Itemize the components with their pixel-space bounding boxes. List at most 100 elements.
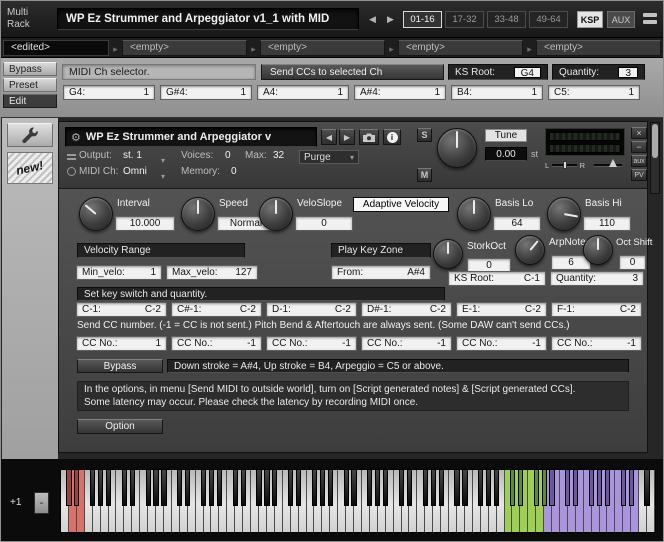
cc-number-field[interactable]: CC No.: -1 (456, 336, 547, 351)
tab-empty-2[interactable]: <empty> (260, 39, 385, 56)
piano-key-black[interactable] (129, 470, 135, 506)
cc-number-field[interactable]: CC No.: -1 (266, 336, 357, 351)
piano-key-black[interactable] (438, 470, 444, 506)
basis-hi-value[interactable]: 110 (583, 216, 631, 231)
piano-key-black[interactable] (486, 470, 492, 506)
piano-key-black[interactable] (596, 470, 603, 506)
oct-shift-knob[interactable] (583, 235, 613, 265)
piano-key-black[interactable] (628, 470, 634, 506)
performance-view-button[interactable]: PV (631, 169, 647, 181)
multi-edit-button[interactable]: Edit (3, 94, 57, 108)
note-value[interactable]: 1 (337, 87, 343, 98)
mute-button[interactable]: M (417, 168, 432, 182)
piano-key-black[interactable] (319, 470, 325, 506)
basis-lo-value[interactable]: 64 (493, 216, 541, 231)
aux-send-button[interactable]: aux (631, 155, 647, 167)
keyswitch-value[interactable]: C-2 (430, 304, 446, 315)
piano-key-black[interactable] (454, 470, 460, 506)
quantity-value[interactable]: 3 (618, 66, 638, 79)
solo-button[interactable]: S (417, 128, 432, 142)
piano-key-black[interactable] (375, 470, 381, 506)
keyswitch-field[interactable]: D#-1: C-2 (361, 302, 452, 317)
page-button-49-64[interactable]: 49-64 (529, 11, 568, 28)
rack-scrollbar-thumb[interactable] (652, 124, 658, 158)
wrench-edit-button[interactable] (7, 123, 53, 147)
tab-empty-4[interactable]: <empty> (536, 39, 661, 56)
keyswitch-field[interactable]: F-1: C-2 (551, 302, 642, 317)
piano-key-black[interactable] (351, 470, 357, 506)
send-ccs-button[interactable]: Send CCs to selected Ch (261, 64, 444, 80)
piano-key-black[interactable] (541, 470, 547, 506)
basis-hi-knob[interactable] (547, 197, 581, 231)
pan-handle[interactable] (563, 160, 568, 169)
note-quantity-field[interactable]: B4: 1 (451, 85, 543, 100)
tab-edited[interactable]: <edited> (3, 39, 109, 56)
note-quantity-field[interactable]: G4: 1 (63, 85, 155, 100)
piano-key-black[interactable] (509, 470, 516, 506)
max-velo-field[interactable]: Max_velo: 127 (166, 265, 258, 280)
next-preset-arrow-icon[interactable] (339, 129, 355, 145)
close-instrument-button[interactable]: × (631, 127, 647, 139)
cc-value[interactable]: 1 (155, 338, 161, 349)
piano-key-black[interactable] (430, 470, 436, 506)
piano-key-black[interactable] (288, 470, 294, 506)
output-value[interactable]: st. 1 (123, 150, 142, 161)
piano-key-black[interactable] (565, 470, 571, 506)
piano-key-black[interactable] (264, 470, 270, 506)
page-button-33-48[interactable]: 33-48 (487, 11, 526, 28)
purge-menu[interactable]: Purge (299, 150, 359, 164)
aux-button[interactable]: AUX (607, 11, 635, 28)
piano-key-black[interactable] (97, 470, 104, 506)
piano-key-black[interactable] (208, 470, 215, 506)
basis-lo-knob[interactable] (457, 197, 491, 231)
keyswitch-value[interactable]: C-2 (335, 304, 351, 315)
note-value[interactable]: 1 (531, 87, 537, 98)
tab-empty-1[interactable]: <empty> (122, 39, 247, 56)
piano-key-black[interactable] (589, 470, 595, 506)
snapshot-camera-button[interactable] (359, 129, 379, 145)
cc-number-field[interactable]: CC No.: -1 (551, 336, 642, 351)
piano-key-black[interactable] (517, 470, 523, 506)
tune-value[interactable]: 0.00 (485, 147, 527, 161)
piano-key-black[interactable] (604, 470, 611, 506)
pan-groove[interactable] (552, 160, 577, 169)
tab-empty-3[interactable]: <empty> (398, 39, 523, 56)
cc-value[interactable]: -1 (247, 338, 256, 349)
piano-key-black[interactable] (216, 470, 222, 506)
page-button-17-32[interactable]: 17-32 (445, 11, 484, 28)
midi-ch-dropdown-icon[interactable] (161, 166, 165, 184)
multi-preset-button[interactable]: Preset (3, 78, 57, 92)
octave-down-button[interactable]: - (34, 492, 49, 514)
cc-value[interactable]: -1 (532, 338, 541, 349)
ks-root-field[interactable]: KS Root: C-1 (448, 271, 546, 286)
ks-root-value[interactable]: G4 (513, 66, 541, 79)
multi-quantity-field[interactable]: Quantity: 3 (552, 64, 645, 80)
from-key-value[interactable]: A#4 (407, 267, 425, 278)
midi-ch-value[interactable]: Omni (123, 166, 147, 177)
piano-key-black[interactable] (478, 470, 484, 506)
arpnotes-knob[interactable] (515, 235, 545, 265)
script-bypass-button[interactable]: Bypass (77, 359, 163, 373)
piano-key-black[interactable] (153, 470, 159, 506)
note-quantity-field[interactable]: C5: 1 (548, 85, 640, 100)
cc-value[interactable]: -1 (342, 338, 351, 349)
piano-key-black[interactable] (256, 470, 262, 506)
piano-key-black[interactable] (549, 470, 555, 506)
piano-key-black[interactable] (383, 470, 389, 506)
piano-key-black[interactable] (185, 470, 191, 506)
instrument-title-bar[interactable]: WP Ez Strummer and Arpeggiator v (65, 127, 317, 147)
cc-number-field[interactable]: CC No.: 1 (76, 336, 167, 351)
note-value[interactable]: 1 (143, 87, 149, 98)
piano-key-black[interactable] (272, 470, 278, 506)
piano-key-black[interactable] (398, 470, 405, 506)
max-velo-value[interactable]: 127 (235, 267, 252, 278)
multi-ks-root-field[interactable]: KS Root: G4 (448, 64, 548, 80)
oct-shift-value[interactable]: 0 (619, 255, 646, 270)
multi-bypass-button[interactable]: Bypass (3, 62, 57, 76)
piano-key-black[interactable] (240, 470, 246, 506)
piano-key-black[interactable] (406, 470, 413, 506)
cc-number-field[interactable]: CC No.: -1 (171, 336, 262, 351)
keyswitch-field[interactable]: C-1: C-2 (76, 302, 167, 317)
piano-key-black[interactable] (327, 470, 333, 506)
piano-key-black[interactable] (177, 470, 183, 506)
